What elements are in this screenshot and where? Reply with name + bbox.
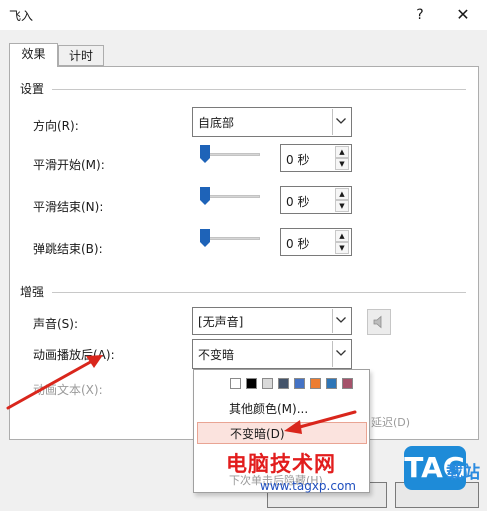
watermark-url: www.tagxp.com <box>260 479 356 493</box>
smooth-end-slider-thumb[interactable] <box>200 187 210 205</box>
watermark-site: 载站 <box>446 463 480 483</box>
color-swatch[interactable] <box>310 378 321 389</box>
color-swatch[interactable] <box>294 378 305 389</box>
speaker-button[interactable] <box>367 309 391 335</box>
smooth-start-slider-thumb[interactable] <box>200 145 210 163</box>
tab-timing[interactable]: 计时 <box>58 45 104 66</box>
decrement-button[interactable]: ▼ <box>335 158 349 170</box>
chevron-down-icon[interactable] <box>332 341 350 367</box>
color-swatch[interactable] <box>342 378 353 389</box>
increment-button[interactable]: ▲ <box>335 230 349 242</box>
watermark-brand: 电脑技术网 <box>226 452 336 476</box>
sound-combobox[interactable]: [无声音] <box>192 307 352 335</box>
smooth-start-spinner[interactable]: 0 秒 ▲ ▼ <box>280 144 352 172</box>
smooth-end-value: 0 秒 <box>286 195 310 209</box>
sound-value: [无声音] <box>198 315 244 329</box>
window-title: 飞入 <box>9 9 34 23</box>
settings-heading: 设置 <box>20 82 45 96</box>
tab-effect[interactable]: 效果 <box>9 43 58 67</box>
after-animation-value: 不变暗 <box>198 348 235 362</box>
help-button[interactable]: ? <box>406 3 434 27</box>
bounce-end-slider-thumb[interactable] <box>200 229 210 247</box>
chevron-down-icon[interactable] <box>332 309 350 333</box>
color-swatch[interactable] <box>246 378 257 389</box>
title-bar: 飞入 ? ✕ <box>0 0 487 30</box>
bounce-end-spinner[interactable]: 0 秒 ▲ ▼ <box>280 228 352 256</box>
decrement-button[interactable]: ▼ <box>335 242 349 254</box>
delay-label: 延迟(D) <box>371 416 411 429</box>
increment-button[interactable]: ▲ <box>335 146 349 158</box>
color-swatch[interactable] <box>230 378 241 389</box>
color-swatch[interactable] <box>326 378 337 389</box>
smooth-end-label: 平滑结束(N): <box>33 200 104 214</box>
color-swatch[interactable] <box>278 378 289 389</box>
direction-combobox[interactable]: 自底部 <box>192 107 352 137</box>
dont-dim-item[interactable]: 不变暗(D) <box>197 422 367 444</box>
smooth-start-label: 平滑开始(M): <box>33 158 105 172</box>
direction-value: 自底部 <box>198 116 235 130</box>
bounce-end-value: 0 秒 <box>286 237 310 251</box>
smooth-end-spinner[interactable]: 0 秒 ▲ ▼ <box>280 186 352 214</box>
sound-label: 声音(S): <box>33 317 79 331</box>
color-swatch[interactable] <box>262 378 273 389</box>
smooth-start-value: 0 秒 <box>286 153 310 167</box>
more-colors-item[interactable]: 其他颜色(M)... <box>194 398 369 420</box>
after-animation-label: 动画播放后(A): <box>33 348 115 362</box>
close-button[interactable]: ✕ <box>449 3 477 27</box>
speaker-icon <box>373 315 382 329</box>
decrement-button[interactable]: ▼ <box>335 200 349 212</box>
chevron-down-icon[interactable] <box>332 109 350 135</box>
enhance-divider <box>52 292 466 293</box>
bounce-end-label: 弹跳结束(B): <box>33 242 103 256</box>
direction-label: 方向(R): <box>33 119 79 133</box>
increment-button[interactable]: ▲ <box>335 188 349 200</box>
animate-text-label: 动画文本(X): <box>33 383 103 397</box>
settings-divider <box>52 89 466 90</box>
after-animation-combobox[interactable]: 不变暗 <box>192 339 352 369</box>
enhance-heading: 增强 <box>20 285 45 299</box>
